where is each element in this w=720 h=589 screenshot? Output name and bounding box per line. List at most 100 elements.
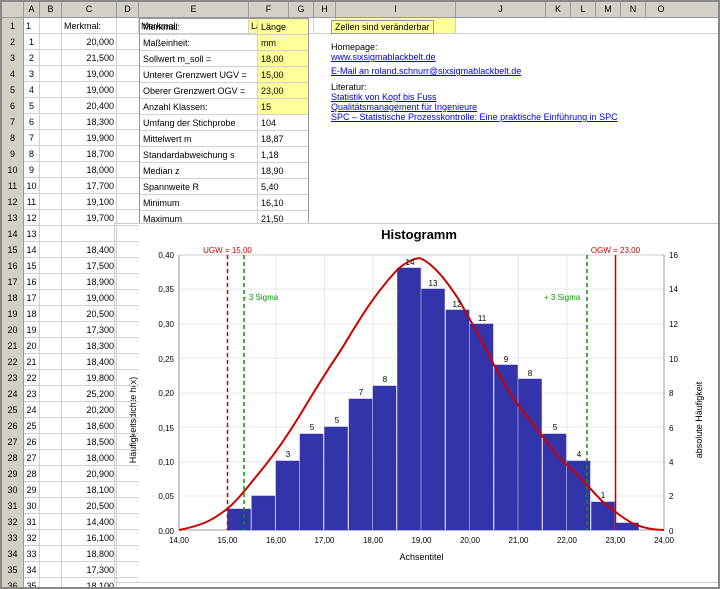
param-val-1[interactable]: Länge <box>258 19 308 34</box>
cell-a-10[interactable]: 10 <box>24 178 40 193</box>
cell-a-34[interactable]: 34 <box>24 562 40 577</box>
cell-c-33[interactable]: 18,800 <box>62 546 117 561</box>
cell-a-15[interactable]: 15 <box>24 258 40 273</box>
cell-b-0[interactable] <box>40 18 62 33</box>
cell-a-2[interactable]: 2 <box>24 50 40 65</box>
cell-a-31[interactable]: 31 <box>24 514 40 529</box>
cell-b-2[interactable] <box>40 50 62 65</box>
cell-a-12[interactable]: 12 <box>24 210 40 225</box>
cell-a-16[interactable]: 16 <box>24 274 40 289</box>
param-val-6[interactable]: 15 <box>258 99 308 114</box>
cell-c-4[interactable]: 19,000 <box>62 82 117 97</box>
cell-a-25[interactable]: 25 <box>24 418 40 433</box>
cell-c-15[interactable]: 17,500 <box>62 258 117 273</box>
cell-b-3[interactable] <box>40 66 62 81</box>
email-link[interactable]: E-Mail an roland.schnurr@sixsigmablackbe… <box>331 66 717 76</box>
cell-c-35[interactable]: 18,100 <box>62 578 117 589</box>
cell-a-8[interactable]: 8 <box>24 146 40 161</box>
cell-b-16[interactable] <box>40 274 62 289</box>
cell-a-1[interactable]: 1 <box>24 34 40 49</box>
cell-b-29[interactable] <box>40 482 62 497</box>
cell-a-9[interactable]: 9 <box>24 162 40 177</box>
cell-b-34[interactable] <box>40 562 62 577</box>
cell-c-1[interactable]: 20,000 <box>62 34 117 49</box>
cell-a-18[interactable]: 18 <box>24 306 40 321</box>
cell-c-13[interactable] <box>62 226 117 241</box>
cell-b-12[interactable] <box>40 210 62 225</box>
cell-c-10[interactable]: 17,700 <box>62 178 117 193</box>
cell-a-5[interactable]: 5 <box>24 98 40 113</box>
cell-b-17[interactable] <box>40 290 62 305</box>
cell-a-23[interactable]: 23 <box>24 386 40 401</box>
cell-c-34[interactable]: 17,300 <box>62 562 117 577</box>
lit-link-2[interactable]: Qualitätsmanagement für Ingenieure <box>331 102 717 112</box>
cell-c-31[interactable]: 14,400 <box>62 514 117 529</box>
cell-c-23[interactable]: 25,200 <box>62 386 117 401</box>
cell-b-6[interactable] <box>40 114 62 129</box>
cell-b-20[interactable] <box>40 338 62 353</box>
cell-a-27[interactable]: 27 <box>24 450 40 465</box>
cell-c-22[interactable]: 19,800 <box>62 370 117 385</box>
cell-a-6[interactable]: 6 <box>24 114 40 129</box>
cell-c-16[interactable]: 18,900 <box>62 274 117 289</box>
cell-a-21[interactable]: 21 <box>24 354 40 369</box>
cell-b-4[interactable] <box>40 82 62 97</box>
lit-link-1[interactable]: Statistik von Kopf bis Fuss <box>331 92 717 102</box>
cell-a-29[interactable]: 29 <box>24 482 40 497</box>
cell-b-33[interactable] <box>40 546 62 561</box>
cell-b-11[interactable] <box>40 194 62 209</box>
cell-a-14[interactable]: 14 <box>24 242 40 257</box>
cell-b-21[interactable] <box>40 354 62 369</box>
cell-b-28[interactable] <box>40 466 62 481</box>
cell-a-13[interactable]: 13 <box>24 226 40 241</box>
cell-b-19[interactable] <box>40 322 62 337</box>
cell-b-31[interactable] <box>40 514 62 529</box>
cell-c-7[interactable]: 19,900 <box>62 130 117 145</box>
cell-b-27[interactable] <box>40 450 62 465</box>
cell-c-12[interactable]: 19,700 <box>62 210 117 225</box>
cell-c-25[interactable]: 18,600 <box>62 418 117 433</box>
cell-b-25[interactable] <box>40 418 62 433</box>
cell-a-19[interactable]: 19 <box>24 322 40 337</box>
cell-c-0[interactable] <box>62 18 117 33</box>
cell-c-32[interactable]: 16,100 <box>62 530 117 545</box>
param-val-4[interactable]: 15,00 <box>258 67 308 82</box>
param-val-5[interactable]: 23,00 <box>258 83 308 98</box>
cell-c-17[interactable]: 19,000 <box>62 290 117 305</box>
cell-a-28[interactable]: 28 <box>24 466 40 481</box>
cell-c-27[interactable]: 18,000 <box>62 450 117 465</box>
cell-b-18[interactable] <box>40 306 62 321</box>
cell-a-7[interactable]: 7 <box>24 130 40 145</box>
cell-a-3[interactable]: 3 <box>24 66 40 81</box>
cell-c-28[interactable]: 20,900 <box>62 466 117 481</box>
cell-b-35[interactable] <box>40 578 62 589</box>
cell-c-21[interactable]: 18,400 <box>62 354 117 369</box>
cell-c-8[interactable]: 18,700 <box>62 146 117 161</box>
cell-b-7[interactable] <box>40 130 62 145</box>
cell-c-29[interactable]: 18,100 <box>62 482 117 497</box>
cell-b-1[interactable] <box>40 34 62 49</box>
cell-b-22[interactable] <box>40 370 62 385</box>
homepage-link[interactable]: www.sixsigmablackbelt.de <box>331 52 717 62</box>
cell-a-4[interactable]: 4 <box>24 82 40 97</box>
cell-b-30[interactable] <box>40 498 62 513</box>
cell-c-11[interactable]: 19,100 <box>62 194 117 209</box>
cell-a-26[interactable]: 26 <box>24 434 40 449</box>
lit-link-3[interactable]: SPC – Statistische Prozesskontrolle: Ein… <box>331 112 717 122</box>
param-val-3[interactable]: 18,00 <box>258 51 308 66</box>
param-val-2[interactable]: mm <box>258 35 308 50</box>
cell-b-9[interactable] <box>40 162 62 177</box>
cell-b-23[interactable] <box>40 386 62 401</box>
cell-c-18[interactable]: 20,500 <box>62 306 117 321</box>
cell-b-15[interactable] <box>40 258 62 273</box>
cell-c-19[interactable]: 17,300 <box>62 322 117 337</box>
cell-a-20[interactable]: 20 <box>24 338 40 353</box>
cell-b-5[interactable] <box>40 98 62 113</box>
cell-c-20[interactable]: 18,300 <box>62 338 117 353</box>
cell-b-26[interactable] <box>40 434 62 449</box>
cell-c-24[interactable]: 20,200 <box>62 402 117 417</box>
cell-c-9[interactable]: 18,000 <box>62 162 117 177</box>
cell-a-24[interactable]: 24 <box>24 402 40 417</box>
cell-a-0[interactable] <box>24 18 40 33</box>
cell-a-35[interactable]: 35 <box>24 578 40 589</box>
